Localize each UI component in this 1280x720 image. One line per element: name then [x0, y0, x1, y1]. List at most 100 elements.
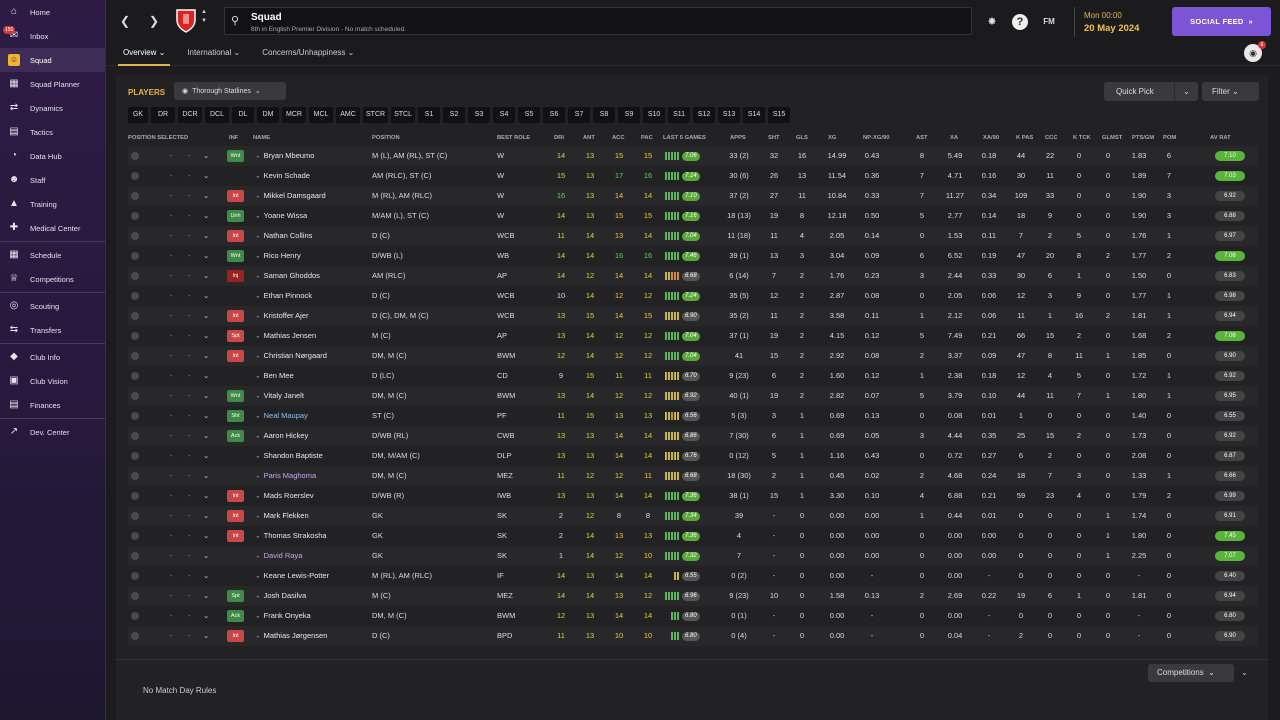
column-header-sht[interactable]: SHT — [768, 135, 780, 141]
position-tab-s9[interactable]: S9 — [618, 107, 641, 123]
chevron-down-icon[interactable]: ⌄ — [203, 171, 209, 180]
position-selected[interactable]: - — [170, 471, 173, 480]
column-header-apps[interactable]: APPS — [730, 135, 746, 141]
position-selected[interactable]: - — [170, 531, 173, 540]
chevron-down-icon[interactable]: ⌄ — [203, 371, 209, 380]
sidebar-item-inbox[interactable]: ✉ Inbox 150 — [0, 24, 105, 48]
player-name[interactable]: Rico Henry — [256, 251, 301, 260]
sidebar-item-squad[interactable]: ☺ Squad — [0, 48, 105, 72]
table-row[interactable]: --⌄IntMads RoerslevD/WB (R)IWB131314147.… — [128, 486, 1258, 506]
player-name[interactable]: Kevin Schade — [256, 171, 310, 180]
date-block[interactable]: Mon 00:00 20 May 2024 — [1074, 7, 1164, 37]
position-slot[interactable]: - — [188, 571, 191, 580]
position-tab-s10[interactable]: S10 — [643, 107, 666, 123]
column-header-inf[interactable]: INF — [229, 135, 238, 141]
chevron-down-icon[interactable]: ⌄ — [203, 351, 209, 360]
status-badge[interactable]: Unh — [227, 210, 244, 222]
position-selected[interactable]: - — [170, 191, 173, 200]
player-name[interactable]: Mikkel Damsgaard — [256, 191, 326, 200]
table-row[interactable]: --⌄IntChristian NørgaardDM, M (C)BWM1214… — [128, 346, 1258, 366]
status-badge[interactable]: Wnt — [227, 150, 244, 162]
position-selected[interactable]: - — [170, 611, 173, 620]
status-badge[interactable]: Ack — [227, 430, 244, 442]
sidebar-item-medical-center[interactable]: ✚ Medical Center — [0, 216, 105, 240]
sidebar-item-schedule[interactable]: ▦ Schedule — [0, 243, 105, 267]
radio-button[interactable] — [131, 312, 139, 320]
position-selected[interactable]: - — [170, 151, 173, 160]
sidebar-item-tactics[interactable]: ▤ Tactics — [0, 120, 105, 144]
manager-avatar-icon[interactable]: ◉ 6 — [1244, 41, 1266, 62]
chevron-down-icon[interactable]: ⌄ — [203, 471, 209, 480]
filter-button[interactable]: Filter ⌄ — [1202, 82, 1259, 101]
position-selected[interactable]: - — [170, 211, 173, 220]
position-tab-s7[interactable]: S7 — [568, 107, 591, 123]
column-header-dri[interactable]: DRI — [554, 135, 564, 141]
table-row[interactable]: --⌄WntVitaly JaneltDM, M (C)BWM131412126… — [128, 386, 1258, 406]
table-row[interactable]: - - ⌄ Int Mikkel Damsgaard M (RL), AM (RLC) W 1… — [128, 186, 1258, 206]
player-name[interactable]: Mathias Jørgensen — [256, 631, 328, 640]
chevron-down-icon[interactable]: ⌄ — [203, 551, 209, 560]
position-tab-s4[interactable]: S4 — [493, 107, 516, 123]
table-row[interactable]: - - ⌄ Int Kristoffer Ajer D (C), DM, M (C) WCB… — [128, 306, 1258, 326]
column-header-k-pas[interactable]: K PAS — [1016, 135, 1033, 141]
position-selected[interactable]: - — [170, 631, 173, 640]
position-selected[interactable]: - — [170, 351, 173, 360]
position-tab-s2[interactable]: S2 — [443, 107, 466, 123]
position-tab-s8[interactable]: S8 — [593, 107, 616, 123]
player-name[interactable]: Yoane Wissa — [256, 211, 308, 220]
fm-logo[interactable]: FM — [1041, 14, 1057, 30]
chevron-down-icon[interactable]: ⌄ — [203, 611, 209, 620]
chevron-down-icon[interactable]: ⌄ — [203, 331, 209, 340]
position-selected[interactable]: - — [170, 251, 173, 260]
column-header-position-selected[interactable]: POSITION SELECTED — [128, 135, 188, 141]
radio-button[interactable] — [131, 232, 139, 240]
table-row[interactable]: --⌄Ben MeeD (LC)CD91511116.709 (23)621.6… — [128, 366, 1258, 386]
position-selected[interactable]: - — [170, 291, 173, 300]
position-slot[interactable]: - — [188, 551, 191, 560]
status-badge[interactable]: Int — [227, 490, 244, 502]
chevron-down-icon[interactable]: ⌄ — [203, 431, 209, 440]
status-badge[interactable]: Wnt — [227, 390, 244, 402]
tab-overview[interactable]: Overview ⌄ — [118, 46, 171, 66]
position-slot[interactable]: - — [188, 611, 191, 620]
player-name[interactable]: Ethan Pinnock — [256, 291, 312, 300]
column-header-gls[interactable]: GLS — [796, 135, 808, 141]
chevron-down-icon[interactable]: ⌄ — [203, 491, 209, 500]
position-slot[interactable]: - — [188, 351, 191, 360]
column-header-ccc[interactable]: CCC — [1045, 135, 1058, 141]
tab-international[interactable]: International ⌄ — [182, 46, 245, 66]
player-name[interactable]: Mathias Jensen — [256, 331, 317, 340]
quick-pick-button[interactable]: Quick Pick ⌄ — [1104, 82, 1198, 101]
position-tab-s3[interactable]: S3 — [468, 107, 491, 123]
table-row[interactable]: - - ⌄ Shandon Baptiste DM, M/AM (C) DLP 13 13 14… — [128, 446, 1258, 466]
position-slot[interactable]: - — [188, 451, 191, 460]
status-badge[interactable]: Wnt — [227, 250, 244, 262]
table-row[interactable]: - - ⌄ Int Mark Flekken GK SK 2 12 8 8 7.34 39 - 0 0.00 0… — [128, 506, 1258, 526]
chevron-down-icon[interactable]: ⌄ — [1241, 668, 1248, 677]
table-row[interactable]: --⌄Paris MaghomaDM, M (C)MEZ111212116.68… — [128, 466, 1258, 486]
chevron-down-icon[interactable]: ⌄ — [203, 291, 209, 300]
position-slot[interactable]: - — [188, 191, 191, 200]
position-slot[interactable]: - — [188, 271, 191, 280]
position-slot[interactable]: - — [188, 151, 191, 160]
table-row[interactable]: - - ⌄ Kevin Schade AM (RLC), ST (C) W 15 13 17 16… — [128, 166, 1258, 186]
column-header-pom[interactable]: POM — [1163, 135, 1176, 141]
player-name[interactable]: Keane Lewis-Potter — [256, 571, 329, 580]
view-select[interactable]: ◉ Thorough Statlines ⌄ — [174, 82, 286, 100]
column-header-xa[interactable]: XA — [950, 135, 958, 141]
status-badge[interactable]: Int — [227, 190, 244, 202]
position-tab-s5[interactable]: S5 — [518, 107, 541, 123]
table-row[interactable]: - - ⌄ Wnt Rico Henry D/WB (L) WB 14 14 16 16 7.46 39… — [128, 246, 1258, 266]
column-header-k-tck[interactable]: K TCK — [1073, 135, 1091, 141]
chevron-down-icon[interactable]: ⌄ — [1174, 82, 1198, 101]
status-badge[interactable]: Int — [227, 510, 244, 522]
position-slot[interactable]: - — [188, 371, 191, 380]
sidebar-item-home[interactable]: ⌂ Home — [0, 0, 105, 24]
position-tab-s6[interactable]: S6 — [543, 107, 566, 123]
sidebar-item-dev-center[interactable]: ↗ Dev. Center — [0, 420, 105, 444]
player-name[interactable]: Christian Nørgaard — [256, 351, 327, 360]
sidebar-item-staff[interactable]: ☻ Staff — [0, 168, 105, 192]
position-selected[interactable]: - — [170, 271, 173, 280]
chevron-down-icon[interactable]: ⌄ — [203, 591, 209, 600]
status-badge[interactable]: Inj — [227, 270, 244, 282]
